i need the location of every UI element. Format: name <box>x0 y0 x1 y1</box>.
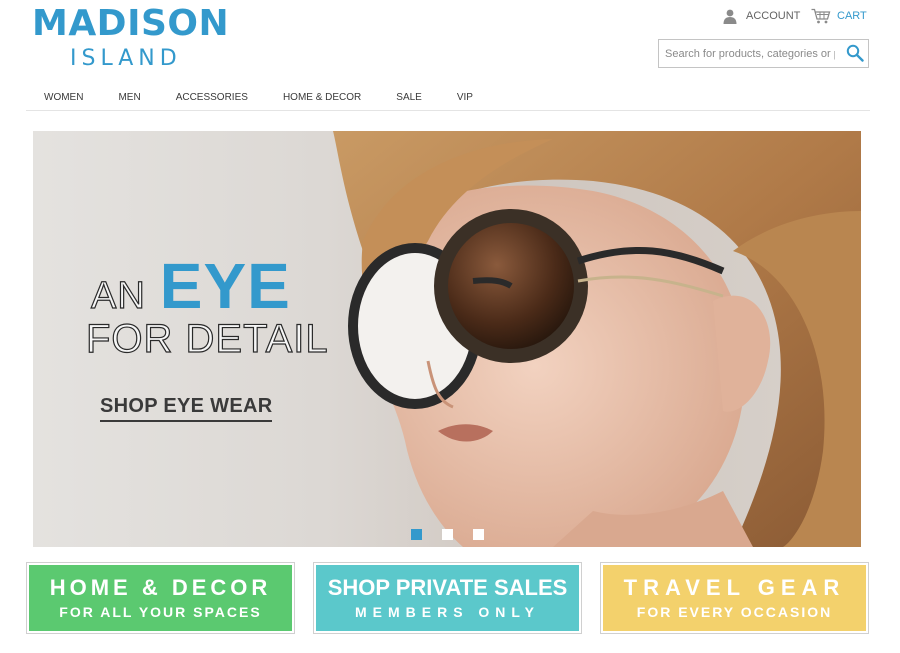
promo-private-sales-title: SHOP PRIVATE SALES <box>327 574 568 600</box>
promo-travel-gear[interactable]: TRAVEL GEAR FOR EVERY OCCASION <box>600 562 869 634</box>
hero-headline-line1: AN EYE <box>90 249 291 323</box>
search-icon <box>846 44 864 62</box>
promo-travel-gear-subtitle: FOR EVERY OCCASION <box>636 603 833 620</box>
logo-sub-text: ISLAND <box>70 46 182 71</box>
hero-headline-eye: EYE <box>159 250 291 322</box>
search-button[interactable] <box>844 42 866 64</box>
slide-dot-1[interactable] <box>411 529 422 540</box>
nav-item-vip[interactable]: VIP <box>439 87 490 110</box>
hero-slideshow[interactable]: AN EYE FOR DETAIL SHOP EYE WEAR <box>33 131 861 547</box>
promo-private-sales-subtitle: MEMBERS ONLY <box>354 603 541 620</box>
cart-icon <box>811 8 831 24</box>
slide-dot-2[interactable] <box>442 529 453 540</box>
main-nav: WOMEN MEN ACCESSORIES HOME & DECOR SALE … <box>26 87 870 111</box>
promo-home-decor-title: HOME & DECOR <box>49 574 272 600</box>
promo-travel-gear-title: TRAVEL GEAR <box>623 574 846 600</box>
nav-item-home-decor[interactable]: HOME & DECOR <box>265 87 378 110</box>
nav-item-men[interactable]: MEN <box>100 87 157 110</box>
site-logo[interactable]: MADISON ISLAND <box>32 4 232 72</box>
nav-item-women[interactable]: WOMEN <box>26 87 100 110</box>
promo-private-sales[interactable]: SHOP PRIVATE SALES MEMBERS ONLY <box>313 562 582 634</box>
search-input[interactable] <box>659 40 841 67</box>
hero-headline-an: AN <box>90 274 146 317</box>
shop-eye-wear-link[interactable]: SHOP EYE WEAR <box>100 395 273 422</box>
cart-label: CART <box>837 10 867 22</box>
nav-item-sale[interactable]: SALE <box>378 87 439 110</box>
slide-pager <box>411 529 484 540</box>
promo-home-decor[interactable]: HOME & DECOR FOR ALL YOUR SPACES <box>26 562 295 634</box>
promo-home-decor-subtitle: FOR ALL YOUR SPACES <box>59 603 262 620</box>
cart-link[interactable]: CART <box>811 8 867 24</box>
person-icon <box>722 8 738 24</box>
nav-item-accessories[interactable]: ACCESSORIES <box>158 87 265 110</box>
account-link[interactable]: ACCOUNT <box>722 8 800 24</box>
account-label: ACCOUNT <box>746 10 801 22</box>
slide-dot-3[interactable] <box>473 529 484 540</box>
search-box <box>658 39 869 68</box>
hero-headline-line2: FOR DETAIL <box>85 316 329 361</box>
logo-main-text: MADISON <box>32 3 230 44</box>
